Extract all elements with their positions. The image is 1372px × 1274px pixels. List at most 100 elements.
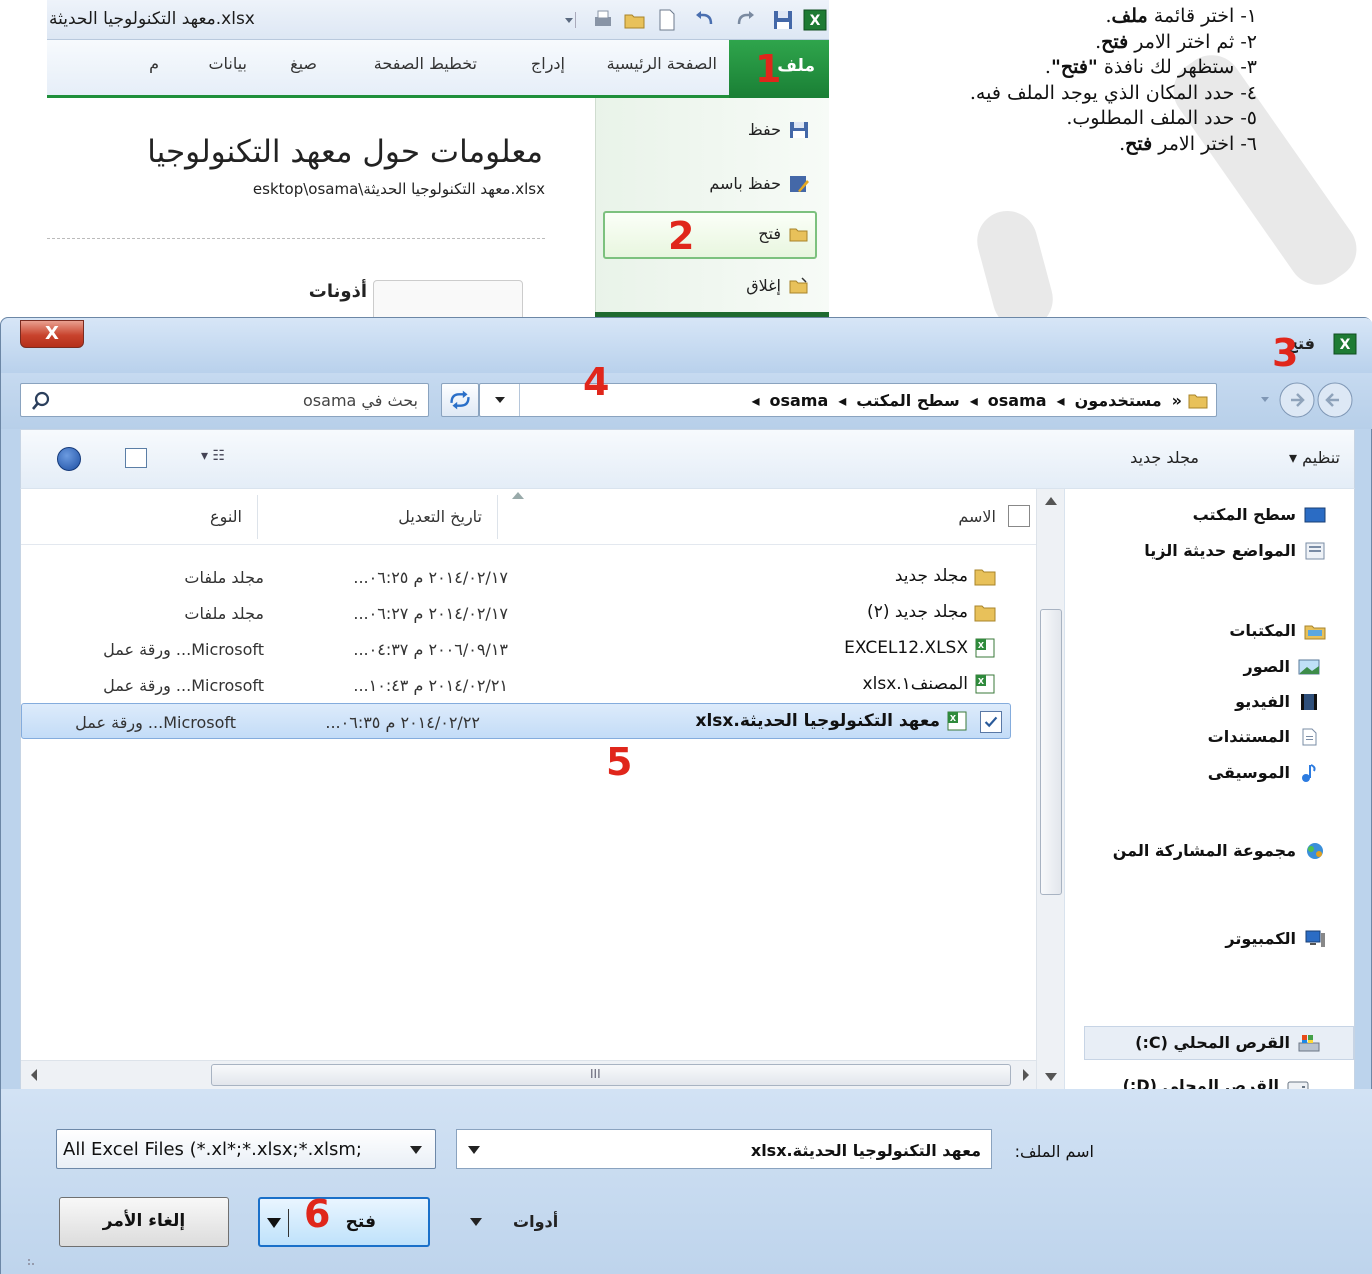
nav-item-drive-c[interactable]: القرص المحلي (C:) <box>1135 1033 1320 1052</box>
refresh-icon <box>450 390 470 410</box>
nav-item-videos[interactable]: الفيديو <box>1235 692 1320 711</box>
computer-icon <box>1305 930 1325 947</box>
backstage-close-label: إغلاق <box>746 276 781 295</box>
tab-formulas[interactable]: صيغ <box>290 54 317 73</box>
help-icon[interactable] <box>57 447 81 471</box>
tab-data[interactable]: بيانات <box>208 54 247 73</box>
file-name-cell: مجلد جديد <box>895 566 996 586</box>
nav-item-libraries[interactable]: المكتبات <box>1229 621 1326 640</box>
cancel-button[interactable]: إلغاء الأمر <box>59 1197 229 1247</box>
new-document-icon[interactable] <box>655 8 679 32</box>
tools-dropdown[interactable]: أدوات <box>513 1212 558 1231</box>
save-icon[interactable] <box>771 8 795 32</box>
scroll-down-icon <box>1045 1073 1057 1081</box>
svg-text:X: X <box>978 641 985 650</box>
scroll-left-icon <box>31 1069 37 1081</box>
excel-app-icon[interactable]: X <box>803 8 827 32</box>
breadcrumb-separator: ◂ <box>1056 391 1065 410</box>
chevron-down-icon[interactable] <box>266 1217 282 1229</box>
address-dropdown[interactable] <box>480 384 520 416</box>
nav-item-desktop[interactable]: سطح المكتب <box>1193 505 1326 524</box>
dialog-close-button[interactable]: X <box>20 320 84 348</box>
backstage-close[interactable]: إغلاق <box>746 276 809 295</box>
folder-icon <box>1188 394 1208 409</box>
vertical-scroll-thumb[interactable] <box>1040 609 1062 895</box>
back-forward-buttons[interactable] <box>1241 381 1359 419</box>
column-header-type[interactable]: النوع <box>210 507 242 526</box>
filetype-select[interactable]: All Excel Files (*.xl*;*.xlsx;*.xlsm; <box>56 1129 436 1169</box>
search-input[interactable]: بحث في osama <box>20 383 429 417</box>
file-list: الاسم تاريخ التعديل النوع مجلد جديد ٢٠١٤… <box>21 489 1038 1089</box>
filename-label: اسم الملف: <box>1014 1142 1094 1161</box>
tab-home[interactable]: الصفحة الرئيسية <box>607 54 717 73</box>
organize-button[interactable]: تنظيم ▾ <box>1289 448 1340 467</box>
file-row[interactable]: X EXCEL12.XLSX ٢٠٠٦/٠٩/١٣ م ٠٤:٣٧... Mic… <box>21 631 1038 667</box>
refresh-button[interactable] <box>441 383 479 417</box>
nav-item-pictures[interactable]: الصور <box>1244 657 1321 676</box>
backstage-divider <box>47 238 545 239</box>
breadcrumb-item-users[interactable]: مستخدمون <box>1075 391 1162 410</box>
file-row[interactable]: مجلد جديد ٢٠١٤/٠٢/١٧ م ٠٦:٢٥... مجلد ملف… <box>21 559 1038 595</box>
select-all-checkbox[interactable] <box>1008 505 1030 527</box>
nav-label: القرص المحلي (C:) <box>1135 1033 1290 1052</box>
tab-page-layout[interactable]: تخطيط الصفحة <box>374 54 477 73</box>
nav-item-homegroup[interactable]: مجموعة المشاركة المن <box>1113 841 1326 860</box>
videos-icon <box>1301 693 1317 710</box>
backstage-menu: حفظ حفظ باسم فتح إغلاق <box>595 98 829 318</box>
screenshot-root: ١- اختر قائمة ملف. ٢- ثم اختر الامر فتح.… <box>0 0 1372 1274</box>
tab-insert[interactable]: إدراج <box>531 54 565 73</box>
horizontal-scroll-thumb[interactable]: III <box>211 1064 1011 1086</box>
chevron-down-icon[interactable] <box>469 1217 483 1227</box>
backstage-file-path: esktop\osama\معهد التكنولوجيا الحديثة.xl… <box>252 180 545 198</box>
column-divider <box>497 495 498 539</box>
backstage-open[interactable]: فتح <box>758 224 809 243</box>
backstage-permissions-button[interactable] <box>373 280 523 318</box>
undo-icon[interactable] <box>693 8 717 32</box>
new-folder-button[interactable]: مجلد جديد <box>1130 448 1199 467</box>
nav-item-computer[interactable]: الكمبيوتر <box>1225 929 1326 948</box>
redo-icon[interactable] <box>733 8 757 32</box>
tab-more[interactable]: م <box>149 54 159 73</box>
print-preview-icon[interactable] <box>591 8 615 32</box>
vertical-scrollbar[interactable] <box>1036 489 1064 1089</box>
filename-input[interactable]: معهد التكنولوجيا الحديثة.xlsx <box>456 1129 992 1169</box>
file-type: Microsoft... ورقة عمل <box>75 713 236 732</box>
breadcrumb-item-osama-folder[interactable]: osama <box>769 391 828 410</box>
nav-item-documents[interactable]: المستندات <box>1208 727 1320 746</box>
breadcrumb: « مستخدمون ◂ osama ◂ سطح المكتب ◂ osama … <box>751 391 1182 410</box>
backstage-save-as[interactable]: حفظ باسم <box>709 174 809 193</box>
nav-label: الصور <box>1243 657 1291 676</box>
row-checkbox-checked[interactable] <box>980 711 1002 733</box>
tab-file-label: ملف <box>777 56 815 76</box>
breadcrumb-item-osama[interactable]: osama <box>988 391 1047 410</box>
nav-item-recent-places[interactable]: المواضع حديثة الزيا <box>1144 541 1326 560</box>
open-folder-icon[interactable] <box>623 8 647 32</box>
column-header-name[interactable]: الاسم <box>958 507 996 526</box>
nav-item-music[interactable]: الموسيقى <box>1208 763 1320 782</box>
homegroup-icon <box>1307 842 1323 859</box>
file-name-cell: مجلد جديد (٢) <box>867 602 996 622</box>
horizontal-scrollbar[interactable]: III <box>21 1060 1038 1089</box>
backstage-save[interactable]: حفظ <box>748 120 809 139</box>
file-row[interactable]: مجلد جديد (٢) ٢٠١٤/٠٢/١٧ م ٠٦:٢٧... مجلد… <box>21 595 1038 631</box>
open-button[interactable]: فتح <box>258 1197 430 1247</box>
breadcrumb-item-desktop[interactable]: سطح المكتب <box>856 391 959 410</box>
backstage-permissions-title: أذونات <box>308 281 367 302</box>
breadcrumb-overflow[interactable]: « <box>1172 391 1182 410</box>
preview-pane-icon[interactable] <box>125 448 147 468</box>
file-type: مجلد ملفات <box>184 604 264 623</box>
folder-icon <box>974 605 996 622</box>
file-name: المصنف١.xlsx <box>862 674 968 694</box>
scroll-right-icon <box>1023 1069 1029 1081</box>
file-row[interactable]: X المصنف١.xlsx ٢٠١٤/٠٢/٢١ م ١٠:٤٣... Mic… <box>21 667 1038 703</box>
change-view-button[interactable]: ▾ ☷ <box>201 448 225 464</box>
file-row-selected[interactable]: X معهد التكنولوجيا الحديثة.xlsx ٢٠١٤/٠٢/… <box>21 703 1011 739</box>
column-header-date[interactable]: تاريخ التعديل <box>398 507 482 526</box>
chevron-down-icon <box>495 397 505 403</box>
instruction-step-2: ٢- ثم اختر الامر فتح. <box>1095 30 1257 53</box>
nav-label: الموسيقى <box>1207 763 1290 782</box>
nav-label: مجموعة المشاركة المن <box>1112 841 1296 860</box>
resize-grip-icon[interactable] <box>26 1253 40 1267</box>
chevron-down-icon[interactable] <box>467 1145 481 1155</box>
customize-qat-icon[interactable] <box>557 8 581 32</box>
